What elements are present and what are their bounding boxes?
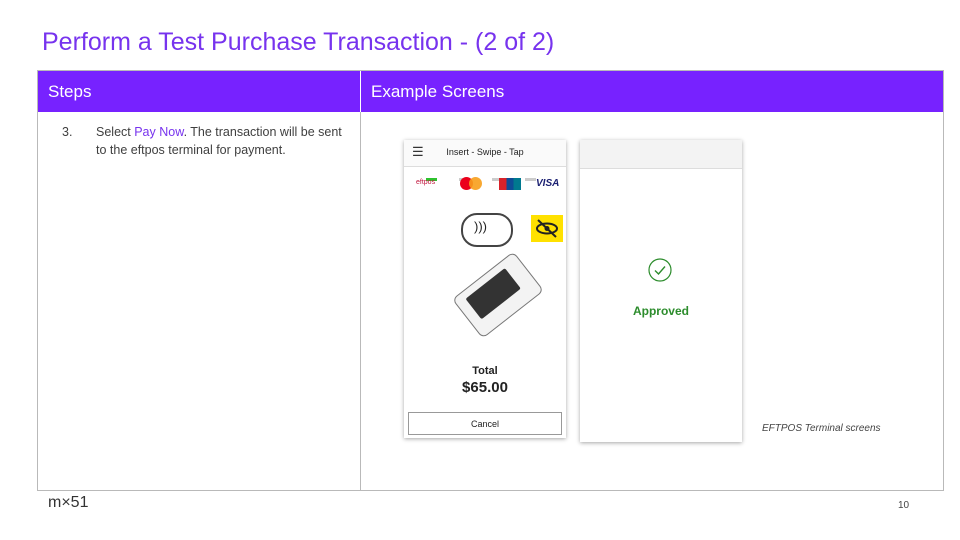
total-label: Total: [472, 365, 498, 377]
contactless-waves-icon: ))): [474, 219, 487, 234]
terminal-screen-insert: ☰ Insert - Swipe - Tap eftpos VISA ))) T…: [404, 140, 566, 438]
terminal-top-bar-approved: [580, 140, 742, 169]
contactless-tap-icon: [461, 213, 513, 247]
total-amount: $65.00: [462, 379, 508, 396]
column-divider: [360, 112, 361, 490]
no-visibility-icon: [531, 215, 563, 242]
page-number: 10: [898, 500, 910, 511]
terminal-screen-approved: Approved: [580, 140, 742, 442]
header-example-screens: Example Screens: [360, 71, 943, 112]
step-text: Select Pay Now. The transaction will be …: [96, 123, 346, 159]
terminal-bar-title: Insert - Swipe - Tap: [446, 147, 524, 157]
mastercard-logo-icon: [460, 177, 486, 191]
visa-logo-icon: VISA: [536, 178, 560, 189]
header-steps: Steps: [38, 71, 360, 112]
check-circle-icon: [648, 258, 672, 282]
cancel-button[interactable]: Cancel: [408, 412, 562, 435]
approved-status: Approved: [632, 304, 689, 318]
brand-logo: m×51: [48, 494, 89, 511]
screens-caption: EFTPOS Terminal screens: [762, 423, 881, 434]
terminal-device-icon: [451, 251, 545, 339]
page-title: Perform a Test Purchase Transaction - (2…: [42, 28, 555, 56]
pay-now-highlight: Pay Now: [134, 125, 184, 139]
step-prefix: Select: [96, 125, 135, 139]
unionpay-logo-icon: [499, 178, 521, 190]
step-number: 3.: [62, 125, 73, 139]
eftpos-logo-icon: eftpos: [416, 179, 436, 186]
card-logos: eftpos VISA: [414, 176, 560, 192]
terminal-top-bar: ☰ Insert - Swipe - Tap: [404, 140, 566, 167]
